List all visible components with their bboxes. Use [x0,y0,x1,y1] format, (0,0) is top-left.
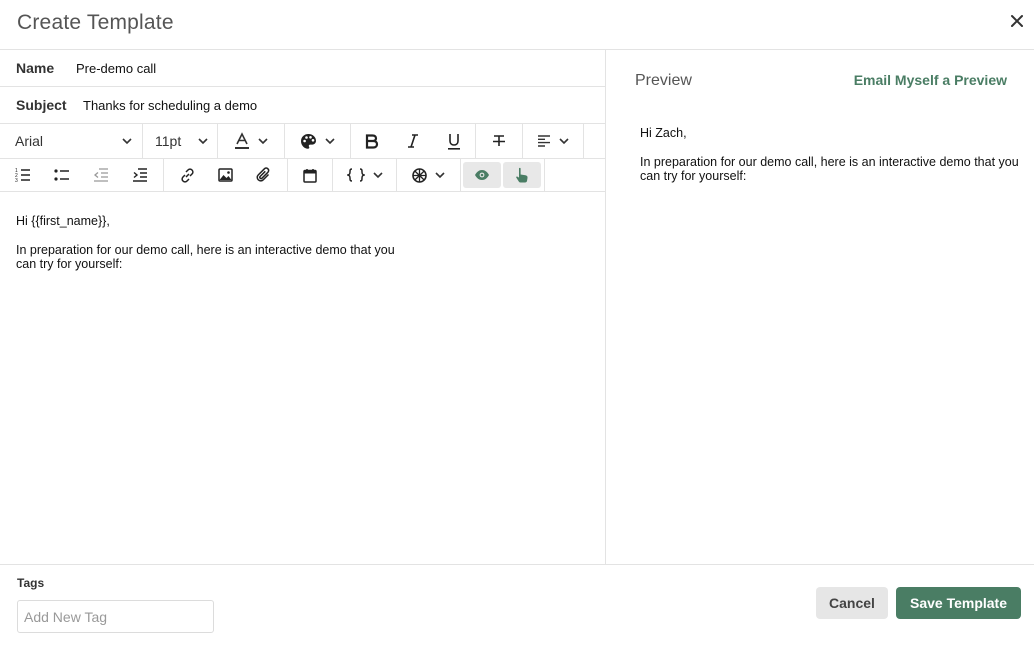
message-body-editor[interactable]: Hi {{first_name}}, In preparation for ou… [16,214,396,286]
preview-panel: Preview Email Myself a Preview Hi Zach, … [607,50,1034,564]
text-color-icon [235,132,249,149]
strikethrough-button[interactable] [476,124,522,158]
calendar-button[interactable] [288,159,332,191]
subject-label: Subject [16,97,67,113]
palette-icon [301,133,316,149]
indent-icon [132,168,147,182]
attachment-button[interactable] [246,159,282,191]
chevron-down-icon [198,138,208,145]
cancel-button[interactable]: Cancel [816,587,888,619]
body-paragraph: In preparation for our demo call, here i… [16,242,395,272]
align-left-icon [538,135,550,147]
outdent-button[interactable] [83,159,119,191]
numbered-list-button[interactable]: 123 [5,159,41,191]
svg-text:3: 3 [15,178,18,182]
preview-eye-icon [475,170,489,180]
text-color-group [218,124,285,158]
chevron-down-icon [258,138,268,145]
preview-paragraph: In preparation for our demo call, here i… [640,154,1019,184]
underline-button[interactable] [435,124,473,158]
modal-title: Create Template [17,11,174,34]
italic-icon [407,134,418,148]
link-icon [181,167,194,183]
numbered-list-icon: 123 [15,168,31,182]
calendar-icon [303,168,317,183]
subject-row: Subject Thanks for scheduling a demo [0,87,606,124]
bold-icon [365,133,378,149]
save-template-button[interactable]: Save Template [896,587,1021,619]
interactive-demo-icon [412,167,427,183]
email-myself-preview-link[interactable]: Email Myself a Preview [854,72,1007,88]
bulleted-list-icon [54,169,70,181]
list-group: 123 [0,159,164,191]
outdent-icon [93,168,108,182]
body-greeting: Hi {{first_name}}, [16,214,110,228]
subject-field[interactable]: Thanks for scheduling a demo [83,98,257,113]
preview-toggle-button[interactable] [463,162,501,188]
strikethrough-group [476,124,523,158]
tags-label: Tags [17,576,45,590]
variables-icon [346,168,365,182]
click-action-button[interactable] [503,162,541,188]
preview-body: Hi Zach, In preparation for our demo cal… [640,126,1020,198]
font-family-group: Arial [0,124,143,158]
insert-group [164,159,288,191]
chevron-down-icon [435,172,445,179]
align-group [523,124,584,158]
preview-greeting: Hi Zach, [640,126,687,140]
preview-title: Preview [635,72,692,89]
variables-button[interactable] [333,159,396,191]
image-button[interactable] [207,159,243,191]
click-hand-icon [516,167,528,183]
chevron-down-icon [372,172,383,179]
interactive-demo-button[interactable] [397,159,460,191]
font-size-group: 11pt [143,124,218,158]
text-color-button[interactable] [218,124,284,158]
text-style-group [351,124,476,158]
editor-panel: Name Pre-demo call Subject Thanks for sc… [0,50,606,564]
modal-header: Create Template [0,0,1034,50]
image-icon [218,168,233,182]
strikethrough-icon [493,135,505,146]
font-size-value: 11pt [155,133,182,149]
chevron-down-icon [122,138,132,145]
italic-button[interactable] [394,124,432,158]
formatting-toolbar-row-2: 123 [0,159,606,192]
formatting-toolbar-row-1: Arial 11pt [0,124,606,159]
name-field[interactable]: Pre-demo call [76,61,156,76]
interactive-demo-group [397,159,461,191]
name-row: Name Pre-demo call [0,50,606,87]
font-size-select[interactable]: 11pt [143,124,217,158]
align-button[interactable] [523,124,583,158]
chevron-down-icon [559,138,569,145]
link-button[interactable] [169,159,205,191]
demo-tools-group [461,159,545,191]
font-family-select[interactable]: Arial [0,124,142,158]
add-tag-input[interactable] [17,600,214,633]
palette-group [285,124,351,158]
underline-icon [448,133,461,150]
name-label: Name [16,60,55,76]
indent-button[interactable] [122,159,158,191]
font-family-value: Arial [15,133,44,149]
bold-button[interactable] [353,124,391,158]
background-color-button[interactable] [285,124,350,158]
modal-footer: Tags Cancel Save Template [0,564,1034,646]
variables-group [333,159,397,191]
close-icon[interactable] [1006,10,1028,32]
chevron-down-icon [325,138,335,145]
calendar-group [288,159,333,191]
attachment-icon [256,167,270,182]
bulleted-list-button[interactable] [44,159,80,191]
